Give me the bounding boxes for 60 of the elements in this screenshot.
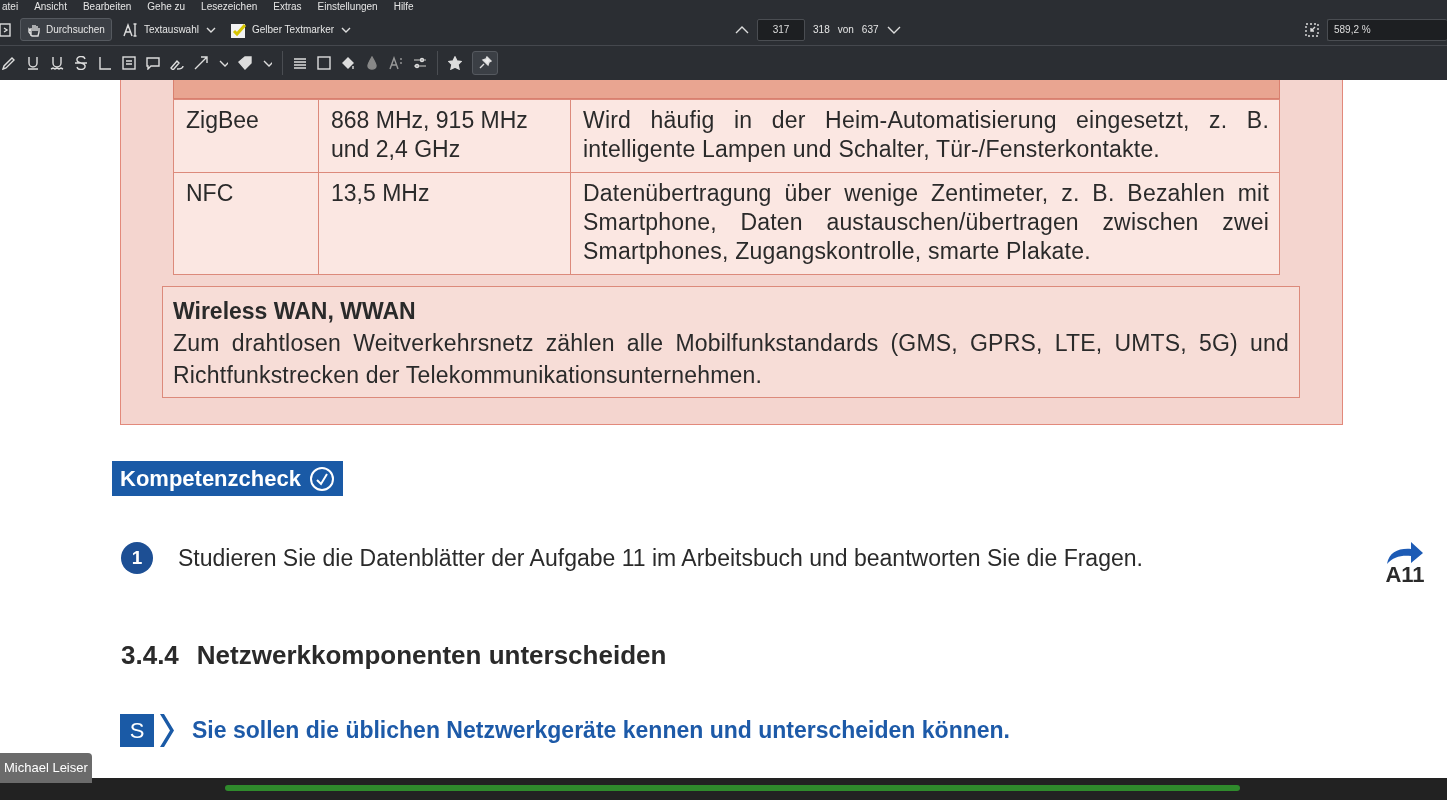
rectangle-icon[interactable] — [317, 56, 331, 70]
chevron-down-icon[interactable] — [205, 25, 216, 34]
chevron-right-icon — [160, 713, 174, 747]
squiggly-underline-icon[interactable] — [50, 56, 64, 70]
menu-item[interactable]: Gehe zu — [147, 0, 186, 14]
page-total: 637 — [861, 23, 879, 37]
menu-item[interactable]: Lesezeichen — [201, 0, 258, 14]
sliders-icon[interactable] — [413, 56, 427, 70]
section-number: 3.4.4 — [121, 639, 179, 672]
arrow-line-icon[interactable] — [194, 56, 208, 70]
reference-label: A11 — [1385, 564, 1425, 586]
table-cell: 13,5 MHz — [318, 172, 571, 275]
pin-button[interactable] — [472, 51, 498, 75]
stamp-icon[interactable] — [238, 56, 252, 70]
section-heading: Netzwerkkomponenten unterscheiden — [196, 639, 667, 672]
chevron-up-icon[interactable] — [735, 24, 750, 35]
menu-item[interactable]: Hilfe — [393, 0, 414, 14]
star-icon[interactable] — [448, 56, 462, 70]
page-number: 318 — [813, 23, 830, 37]
comment-icon[interactable] — [146, 56, 160, 70]
zoom-field[interactable]: 589,2 % — [1327, 18, 1447, 41]
goal-text: Sie sollen die üblichen Netzwerkgeräte kennen und unterscheiden können. — [192, 716, 1010, 745]
chevron-down-icon[interactable] — [341, 25, 352, 34]
chevron-down-icon[interactable] — [886, 24, 901, 35]
strikethrough-icon[interactable] — [74, 56, 88, 70]
browse-button[interactable]: Durchsuchen — [20, 18, 112, 41]
table-cell: Wird häufig in der Heim-Automatisierung eingesetzt, z. B. intelligente Lampen und Schalter, Tür-/Fensterkontakte. — [570, 99, 1280, 173]
menu-item[interactable]: atei — [2, 0, 19, 14]
table-cell: 868 MHz, 915 MHz und 2,4 GHz — [318, 99, 571, 173]
line-width-icon[interactable] — [293, 56, 307, 70]
font-icon[interactable] — [389, 56, 403, 70]
sidebar-toggle-icon[interactable] — [0, 21, 12, 38]
task-text: Studieren Sie die Datenblätter der Aufgabe 11 im Arbeitsbuch und beantworten Sie die Fragen. — [178, 543, 1143, 573]
underline-icon[interactable] — [26, 56, 40, 70]
text-cursor-icon — [122, 22, 139, 37]
table-cell: ZigBee — [173, 99, 319, 173]
section-title: Wireless WAN, WWAN — [173, 297, 417, 326]
table-cell: NFC — [173, 172, 319, 275]
name-caption: Michael Leiser — [0, 753, 92, 783]
highlighter-icon — [230, 21, 247, 38]
goal-label: S — [120, 713, 154, 747]
menu-item[interactable]: Bearbeiten — [82, 0, 132, 14]
task-number: 1 — [121, 542, 153, 574]
highlighter-button[interactable]: Gelber Textmarker — [223, 17, 342, 42]
page-field[interactable]: 317 — [757, 18, 806, 41]
fit-page-icon[interactable] — [1305, 22, 1319, 37]
drop-icon[interactable] — [365, 56, 379, 70]
table-cell: Datenübertragung über wenige Zentimeter, z. B. Bezahlen mit Smartphone, Daten austauschen/übertragen zwischen zwei Smartphones, Zugangskontrolle, smarte Plakate. — [570, 172, 1280, 275]
note-icon[interactable] — [122, 56, 136, 70]
label-text: Kompetenzcheck — [120, 465, 301, 493]
page-of-label: von — [837, 23, 854, 37]
menu-item[interactable]: Extras — [273, 0, 302, 14]
text-select-button[interactable]: Textauswahl — [115, 18, 206, 41]
paragraph: Zum drahtlosen Weitverkehrsnetz zählen alle Mobilfunkstandards (GMS, GPRS, LTE, UMTS, 5G) und Richtfunkstrecken der Telekommunikationsunternehmen. — [173, 329, 1289, 390]
menu-item[interactable]: Ansicht — [34, 0, 67, 14]
pin-icon — [478, 56, 492, 70]
curved-arrow-icon — [1385, 540, 1425, 564]
menu-item[interactable]: Einstellungen — [317, 0, 378, 14]
pen-icon[interactable] — [2, 56, 16, 70]
check-circle-icon — [308, 465, 335, 492]
